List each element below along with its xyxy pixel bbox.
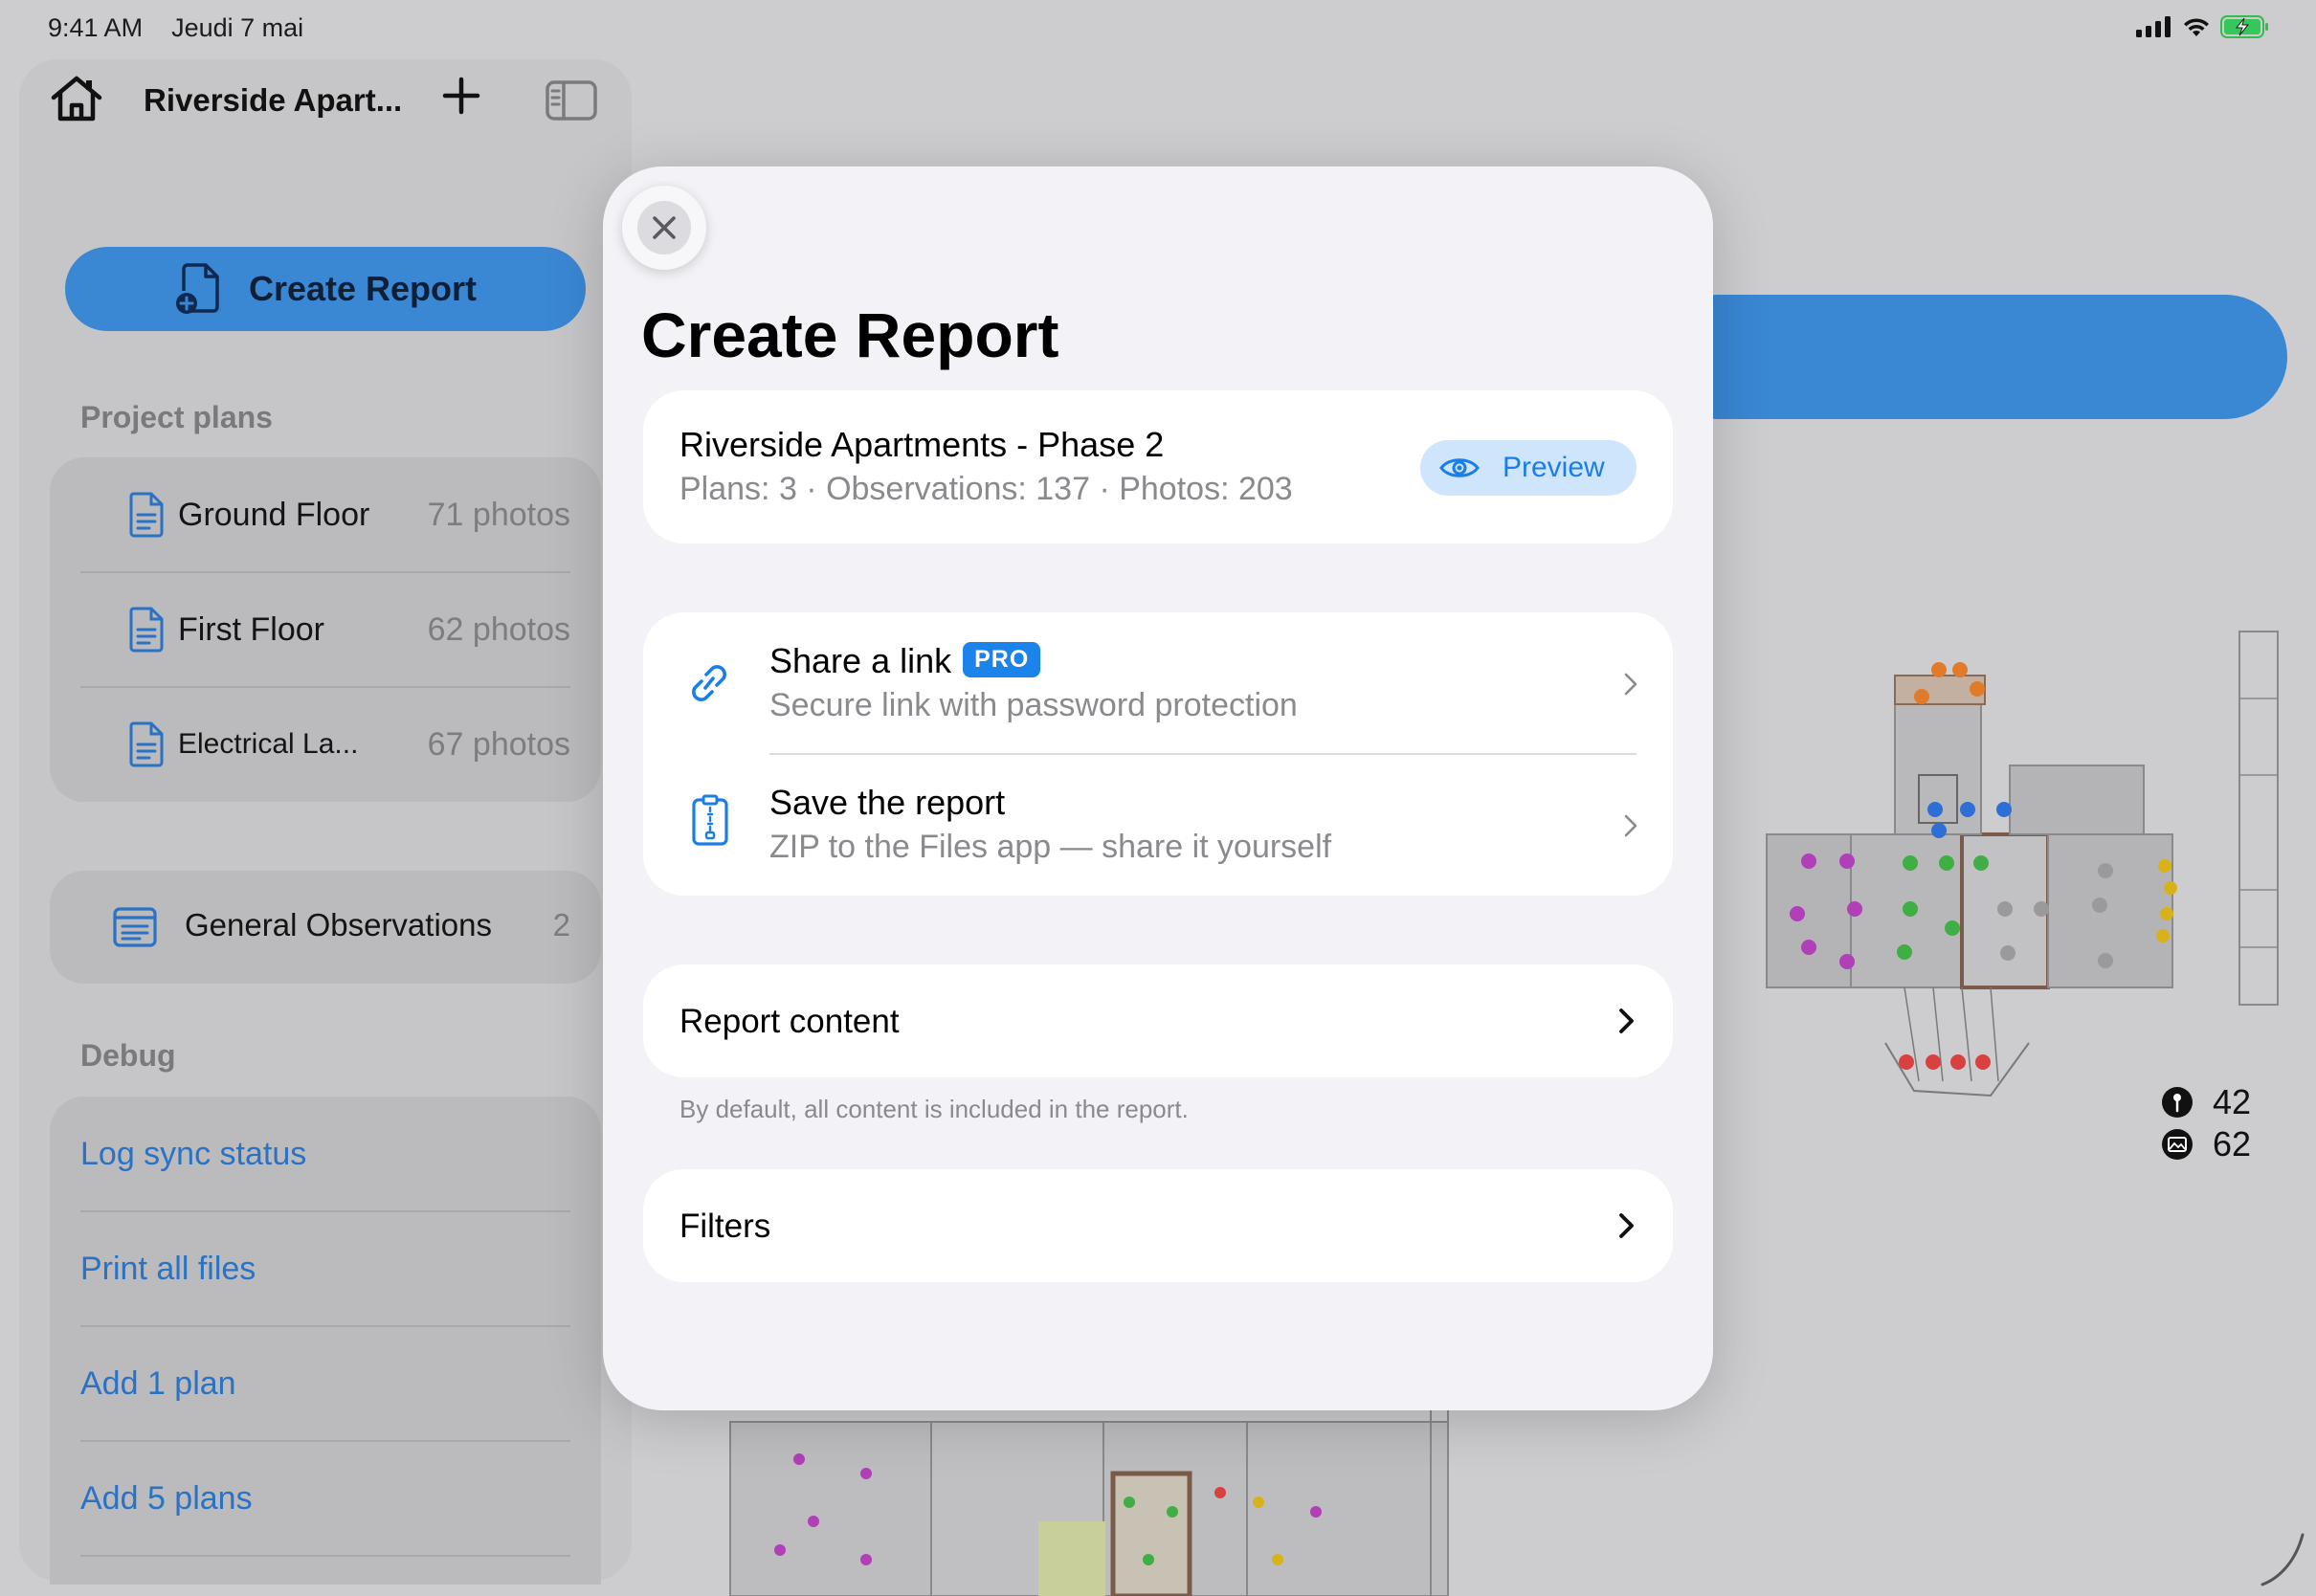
general-observations-count: 2 (552, 907, 570, 942)
pin-count: 42 (2213, 1082, 2252, 1121)
pro-badge: PRO (963, 641, 1041, 677)
save-report-subtitle: ZIP to the Files app — share it yourself (769, 829, 1332, 865)
photo-count-row: 62 (2161, 1123, 2251, 1165)
plan-name: First Floor (178, 610, 324, 648)
filters-row[interactable]: Filters (643, 1169, 1673, 1282)
status-bar: 9:41 AM Jeudi 7 mai (0, 0, 2316, 57)
status-clock: 9:41 AM Jeudi 7 mai (48, 13, 303, 43)
plan-photo-count: 71 photos (427, 496, 570, 533)
debug-item-add-5-plans[interactable]: Add 5 plans (50, 1441, 601, 1556)
debug-link[interactable]: Print all files (80, 1251, 256, 1288)
photo-count: 62 (2213, 1124, 2252, 1164)
plan-stats: 42 62 (2161, 1081, 2251, 1165)
project-title: Riverside Apart... (144, 82, 403, 118)
pin-icon (2162, 1087, 2193, 1118)
plan-name: Electrical La... (178, 728, 359, 760)
debug-link[interactable]: Add 1 plan (80, 1365, 236, 1403)
cellular-signal-icon (2136, 16, 2171, 37)
eye-icon (1439, 458, 1480, 477)
plus-icon (442, 77, 480, 115)
general-observations-label: General Observations (185, 907, 492, 942)
chevron-right-icon (1619, 1009, 1634, 1033)
pin-count-row: 42 (2161, 1081, 2251, 1123)
share-link-title-row: Share a link PRO (769, 641, 1041, 681)
divider (80, 1555, 570, 1557)
battery-charging-icon (2220, 15, 2268, 38)
background-action-button[interactable] (1656, 295, 2287, 419)
preview-button[interactable]: Preview (1420, 440, 1637, 496)
plan-row-electrical[interactable]: Electrical La... 67 photos (50, 687, 601, 802)
sheet-title: Create Report (641, 299, 1059, 370)
house-icon (51, 76, 102, 122)
sidebar-toggle-icon (546, 80, 597, 121)
plan-photo-count: 67 photos (427, 725, 570, 763)
plan-row-ground-floor[interactable]: Ground Floor 71 photos (50, 457, 601, 572)
plan-name: Ground Floor (178, 496, 370, 533)
report-content-row[interactable]: Report content (643, 964, 1673, 1077)
chevron-right-icon (1624, 814, 1637, 837)
filters-label: Filters (679, 1208, 771, 1245)
debug-list: Log sync status Print all files Add 1 pl… (50, 1097, 601, 1585)
document-add-icon (175, 263, 219, 314)
create-report-button[interactable]: Create Report (65, 247, 586, 331)
debug-item-log-sync[interactable]: Log sync status (50, 1097, 601, 1211)
save-report-title: Save the report (769, 783, 1006, 822)
create-report-label: Create Report (248, 269, 478, 308)
notes-icon (113, 907, 157, 947)
project-meta: Plans: 3 · Observations: 137 · Photos: 2… (679, 471, 1293, 507)
project-name: Riverside Apartments - Phase 2 (679, 425, 1165, 464)
floor-plan-thumbnail[interactable] (1751, 622, 2306, 1139)
share-link-option[interactable]: Share a link PRO Secure link with passwor… (643, 612, 1673, 754)
add-button[interactable] (440, 75, 482, 122)
plans-list: Ground Floor 71 photos First Floor 62 ph… (50, 457, 601, 802)
sidebar-toggle-button[interactable] (546, 80, 597, 125)
general-observations-row[interactable]: General Observations 2 (50, 871, 601, 984)
document-icon (129, 607, 164, 653)
debug-link[interactable]: Log sync status (80, 1136, 306, 1173)
close-button[interactable] (622, 186, 706, 270)
chevron-right-icon (1624, 673, 1637, 696)
plan-photo-count: 62 photos (427, 610, 570, 648)
status-icons (2136, 15, 2270, 38)
zip-file-icon (692, 794, 728, 846)
status-time: 9:41 AM (48, 13, 144, 42)
debug-item-print-files[interactable]: Print all files (50, 1211, 601, 1326)
close-icon (653, 216, 676, 239)
chevron-right-icon (1619, 1213, 1634, 1238)
debug-header: Debug (80, 1038, 176, 1073)
floor-plan-lower (729, 1407, 1449, 1596)
share-link-subtitle: Secure link with password protection (769, 687, 1298, 723)
status-date: Jeudi 7 mai (171, 13, 304, 42)
share-link-title: Share a link (769, 641, 952, 680)
report-content-label: Report content (679, 1003, 900, 1040)
debug-link[interactable]: Add 5 plans (80, 1480, 253, 1518)
document-icon (129, 721, 164, 767)
link-icon (692, 665, 726, 701)
report-content-note: By default, all content is included in t… (679, 1095, 1189, 1123)
home-button[interactable] (50, 75, 103, 127)
wifi-icon (2184, 18, 2209, 36)
plan-row-first-floor[interactable]: First Floor 62 photos (50, 572, 601, 687)
document-icon (129, 492, 164, 538)
photo-icon (2162, 1129, 2193, 1160)
project-plans-header: Project plans (80, 400, 273, 434)
close-button-inner (637, 201, 691, 255)
save-report-option[interactable]: Save the report ZIP to the Files app — s… (643, 754, 1673, 896)
pencil-scribble-icon[interactable] (2259, 1531, 2306, 1588)
preview-label: Preview (1503, 452, 1605, 483)
debug-item-add-1-plan[interactable]: Add 1 plan (50, 1326, 601, 1441)
